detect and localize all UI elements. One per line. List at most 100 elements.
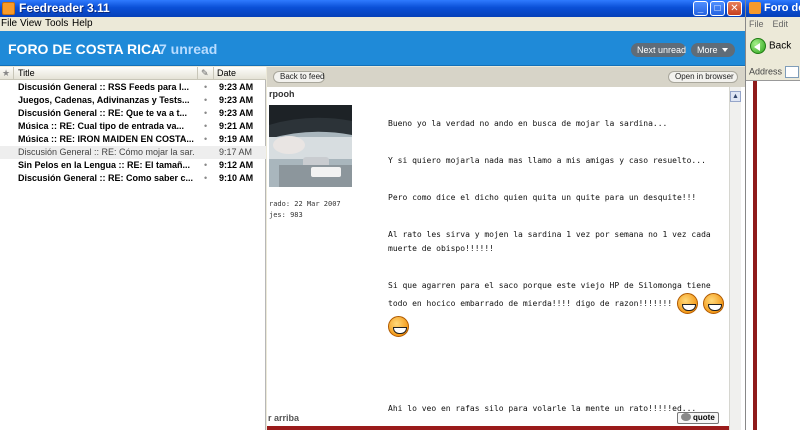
back-to-top-link[interactable]: r arriba xyxy=(268,413,299,423)
address-input[interactable] xyxy=(785,66,800,78)
menu-help[interactable]: Help xyxy=(72,18,93,30)
quote-label: quote xyxy=(693,413,715,422)
list-column-header: ★ Title ✎ Date xyxy=(0,67,266,80)
quote-button[interactable]: quote xyxy=(677,412,719,424)
back-arrow-icon xyxy=(750,38,766,54)
item-title: Discusión General :: RSS Feeds para l... xyxy=(18,82,190,92)
item-title: Música :: RE: IRON MAIDEN EN COSTA... xyxy=(18,134,194,144)
list-item[interactable]: Discusión General :: RE: Que te va a t..… xyxy=(0,107,266,120)
list-item[interactable]: Música :: RE: Cual tipo de entrada va...… xyxy=(0,120,266,133)
post-paragraph-with-smileys: Si que agarren para el saco porque este … xyxy=(388,279,728,337)
more-button[interactable]: More xyxy=(691,43,735,57)
post-divider xyxy=(267,426,729,430)
list-item[interactable]: Discusión General :: RSS Feeds para l...… xyxy=(0,81,266,94)
list-item[interactable]: Discusión General :: RE: Como saber c...… xyxy=(0,172,266,185)
feed-header: FORO DE COSTA RICA 7 unread Next unread … xyxy=(0,31,745,66)
content-pane: Back to feed Open in browser rpooh rado:… xyxy=(267,67,745,430)
browser-title: Foro de C xyxy=(764,2,800,14)
post-paragraph: Al rato les sirva y mojen la sardina 1 v… xyxy=(388,230,711,253)
post-body: Bueno yo la verdad no ando en busca de m… xyxy=(388,117,728,413)
browser-title-bar: Foro de C xyxy=(746,0,800,17)
unread-count: 7 unread xyxy=(159,41,218,57)
grin-smiley-icon xyxy=(677,293,698,314)
menu-tools[interactable]: Tools xyxy=(45,18,68,30)
post-paragraph-text: Si que agarren para el saco porque este … xyxy=(388,281,711,308)
item-date: 9:17 AM xyxy=(219,147,253,157)
item-date: 9:10 AM xyxy=(219,173,254,183)
item-title: Juegos, Cadenas, Adivinanzas y Tests... xyxy=(18,95,190,105)
avatar xyxy=(269,105,352,187)
item-date: 9:19 AM xyxy=(219,134,254,144)
quote-icon xyxy=(681,413,691,421)
item-date: 9:23 AM xyxy=(219,82,254,92)
address-label: Address xyxy=(749,66,783,77)
browser-menu-bar: File Edit xyxy=(749,19,797,29)
browser-menu-edit[interactable]: Edit xyxy=(773,19,789,29)
next-unread-label: Next unread xyxy=(637,45,687,55)
post-paragraph: Bueno yo la verdad no ando en busca de m… xyxy=(388,119,668,128)
post-paragraph: Y si quiero mojarla nada mas llamo a mis… xyxy=(388,156,706,165)
close-button[interactable]: ✕ xyxy=(727,1,742,16)
item-title: Discusión General :: RE: Como saber c... xyxy=(18,173,194,183)
item-date: 9:21 AM xyxy=(219,121,254,131)
menu-bar: File View Tools Help xyxy=(0,17,745,31)
feed-title: FORO DE COSTA RICA xyxy=(8,41,162,57)
browser-page-icon xyxy=(749,2,761,14)
registered-date: rado: 22 Mar 2007 xyxy=(269,200,341,208)
status-dot-icon: • xyxy=(204,95,208,105)
browser-page xyxy=(746,80,800,430)
feedreader-window: Feedreader 3.11 _ □ ✕ File View Tools He… xyxy=(0,0,745,430)
item-title: Discusión General :: RE: Cómo mojar la s… xyxy=(18,147,194,157)
browser-menu-file[interactable]: File xyxy=(749,19,764,29)
menu-view[interactable]: View xyxy=(20,18,42,30)
article-view: rpooh rado: 22 Mar 2007 jes: 983 Bueno y… xyxy=(267,87,745,430)
item-date: 9:23 AM xyxy=(219,95,254,105)
next-unread-button[interactable]: Next unread xyxy=(631,43,686,57)
status-dot-icon: • xyxy=(204,173,208,183)
avatar-photo-icon xyxy=(269,105,352,187)
scroll-up-icon[interactable]: ▲ xyxy=(730,91,741,102)
open-in-browser-button[interactable]: Open in browser xyxy=(668,71,738,83)
browser-back-button[interactable]: Back xyxy=(750,38,791,54)
item-date: 9:12 AM xyxy=(219,160,254,170)
title-bar: Feedreader 3.11 _ □ ✕ xyxy=(0,0,745,17)
item-rows: Discusión General :: RSS Feeds para l...… xyxy=(0,81,266,185)
status-dot-icon: • xyxy=(204,134,208,144)
grin-smiley-icon xyxy=(388,316,409,337)
feedreader-logo-icon xyxy=(2,2,15,15)
star-column-header[interactable]: ★ xyxy=(0,67,14,80)
more-label: More xyxy=(697,45,718,55)
grin-smiley-icon xyxy=(702,293,724,314)
minimize-button[interactable]: _ xyxy=(693,1,708,16)
list-item[interactable]: Música :: RE: IRON MAIDEN EN COSTA... • 9:… xyxy=(0,133,266,146)
back-to-feed-button[interactable]: Back to feed xyxy=(273,71,325,83)
content-scrollbar[interactable]: ▲ xyxy=(729,87,741,430)
browser-back-label: Back xyxy=(769,40,792,52)
item-date: 9:23 AM xyxy=(219,108,254,118)
window-title: Feedreader 3.11 xyxy=(19,1,110,15)
list-item[interactable]: Juegos, Cadenas, Adivinanzas y Tests... •… xyxy=(0,94,266,107)
date-column-header[interactable]: Date xyxy=(214,67,266,80)
menu-file[interactable]: File xyxy=(1,18,17,30)
list-item-selected[interactable]: Discusión General :: RE: Cómo mojar la s… xyxy=(0,146,266,159)
flag-column-header[interactable]: ✎ xyxy=(198,67,214,80)
status-dot-icon: • xyxy=(204,82,208,92)
page-side-bar xyxy=(753,81,757,430)
item-title: Música :: RE: Cual tipo de entrada va... xyxy=(18,121,185,131)
status-dot-icon: • xyxy=(204,160,208,170)
item-title: Discusión General :: RE: Que te va a t..… xyxy=(18,108,188,118)
status-dot-icon: • xyxy=(204,108,208,118)
address-bar: Address xyxy=(749,66,800,78)
item-title: Sin Pelos en la Lengua :: RE: El tamañ..… xyxy=(18,160,191,170)
status-dot-icon: • xyxy=(204,121,208,131)
post-count: jes: 983 xyxy=(269,211,303,219)
title-column-header[interactable]: Title xyxy=(14,67,198,80)
item-list: ★ Title ✎ Date Discusión General :: RSS … xyxy=(0,67,266,430)
list-item[interactable]: Sin Pelos en la Lengua :: RE: El tamañ..… xyxy=(0,159,266,172)
browser-window: Foro de C File Edit Back Address xyxy=(745,0,800,430)
author-info: rado: 22 Mar 2007 jes: 983 xyxy=(269,199,341,221)
post-paragraph: Pero como dice el dicho quien quita un q… xyxy=(388,193,697,202)
content-toolbar: Back to feed Open in browser xyxy=(267,67,745,87)
maximize-button[interactable]: □ xyxy=(710,1,725,16)
chevron-down-icon xyxy=(721,48,728,52)
